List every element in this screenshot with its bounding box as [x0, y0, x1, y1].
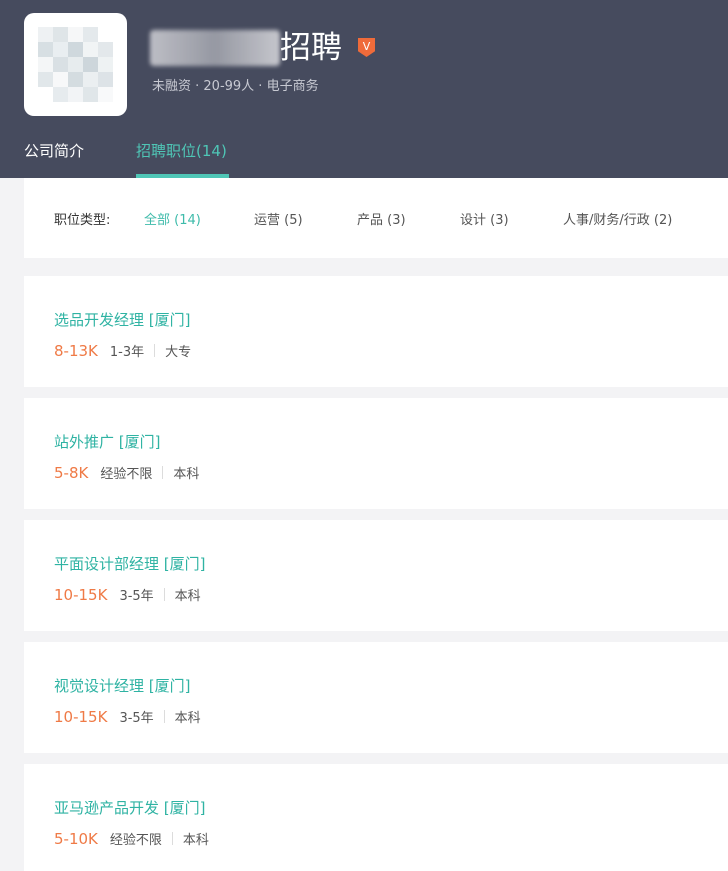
job-title-link[interactable]: 亚马逊产品开发 [厦门] [54, 797, 205, 818]
divider [162, 466, 164, 479]
filter-label: 职位类型: [54, 213, 111, 228]
job-info: 10-15K 3-5年 本科 [54, 585, 201, 605]
job-title-link[interactable]: 视觉设计经理 [厦门] [54, 675, 190, 696]
filter-all[interactable]: 全部 (14) [144, 209, 201, 228]
filter-hr-finance-admin[interactable]: 人事/财务/行政 (2) [563, 209, 672, 228]
job-experience: 经验不限 [100, 467, 153, 482]
job-info: 8-13K 1-3年 大专 [54, 341, 192, 361]
job-title-link[interactable]: 选品开发经理 [厦门] [54, 309, 190, 330]
job-info: 5-10K 经验不限 本科 [54, 829, 209, 849]
tab-job-openings[interactable]: 招聘职位(14) [136, 140, 227, 161]
verified-badge-icon: V [358, 38, 375, 57]
job-card[interactable]: 选品开发经理 [厦门] 8-13K 1-3年 大专 [24, 276, 728, 387]
job-info: 10-15K 3-5年 本科 [54, 707, 201, 727]
job-card[interactable]: 平面设计部经理 [厦门] 10-15K 3-5年 本科 [24, 520, 728, 631]
redacted-name-blur [150, 30, 280, 66]
job-salary: 10-15K [54, 585, 108, 604]
job-card[interactable]: 视觉设计经理 [厦门] 10-15K 3-5年 本科 [24, 642, 728, 753]
job-salary: 5-10K [54, 829, 98, 848]
filter-operations[interactable]: 运营 (5) [254, 209, 303, 228]
job-salary: 10-15K [54, 707, 108, 726]
divider [163, 710, 165, 723]
job-experience: 经验不限 [109, 833, 162, 848]
divider [154, 344, 156, 357]
job-info: 5-8K 经验不限 本科 [54, 463, 200, 483]
job-card[interactable]: 站外推广 [厦门] 5-8K 经验不限 本科 [24, 398, 728, 509]
job-experience: 3-5年 [119, 589, 154, 604]
job-type-filter: 职位类型: 全部 (14) 运营 (5) 产品 (3) 设计 (3) 人事/财务… [24, 178, 728, 258]
filter-design[interactable]: 设计 (3) [460, 209, 509, 228]
job-education: 本科 [174, 711, 201, 726]
filter-product[interactable]: 产品 (3) [357, 209, 406, 228]
divider [171, 832, 173, 845]
job-salary: 5-8K [54, 463, 89, 482]
company-logo [24, 13, 127, 116]
tab-company-intro[interactable]: 公司简介 [24, 140, 84, 161]
job-education: 本科 [182, 833, 209, 848]
job-education: 大专 [165, 345, 192, 360]
job-title-link[interactable]: 站外推广 [厦门] [54, 431, 160, 452]
company-meta: 未融资 · 20-99人 · 电子商务 [152, 79, 319, 94]
job-experience: 3-5年 [119, 711, 154, 726]
job-card[interactable]: 亚马逊产品开发 [厦门] 5-10K 经验不限 本科 [24, 764, 728, 871]
company-header: 招聘 V 未融资 · 20-99人 · 电子商务 公司简介 招聘职位(14) [0, 0, 728, 178]
job-salary: 8-13K [54, 341, 98, 360]
job-education: 本科 [174, 589, 201, 604]
job-experience: 1-3年 [109, 345, 145, 360]
job-education: 本科 [173, 467, 200, 482]
divider [163, 588, 165, 601]
job-title-link[interactable]: 平面设计部经理 [厦门] [54, 553, 205, 574]
